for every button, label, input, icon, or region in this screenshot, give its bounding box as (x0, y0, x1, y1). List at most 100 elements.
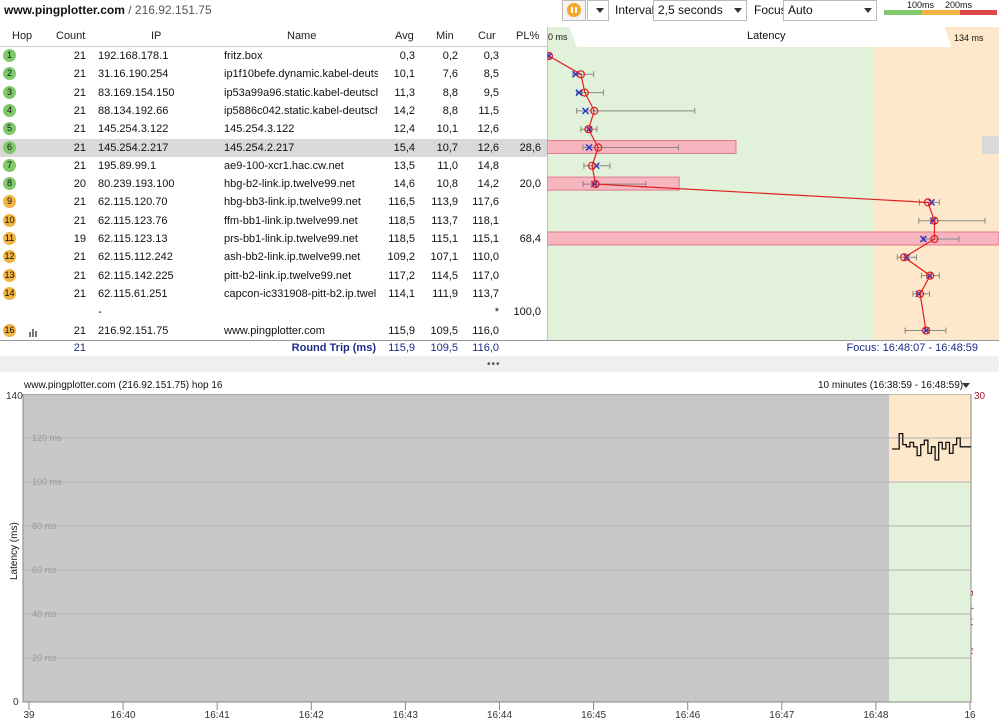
hop-count: 21 (73, 287, 86, 300)
focus-select[interactable]: Auto (783, 0, 877, 21)
hop-cur: 115,1 (472, 233, 499, 245)
hop-number-badge: 6 (3, 140, 16, 154)
toolbar: www.pingplotter.com / 216.92.151.75 Inte… (0, 0, 999, 22)
col-name[interactable]: Name (287, 30, 316, 42)
bar-graph-icon[interactable] (29, 328, 39, 340)
hop-ip: 62.115.123.13 (98, 233, 168, 245)
scale-yellow-bar (922, 10, 960, 15)
pause-dropdown-button[interactable] (587, 0, 609, 21)
hop-name: www.pingplotter.com (224, 324, 325, 337)
chevron-down-icon[interactable] (962, 383, 970, 388)
col-avg[interactable]: Avg (395, 30, 414, 42)
hop-cur: * (494, 306, 499, 319)
hop-ip: 192.168.178.1 (98, 50, 169, 62)
col-pl[interactable]: PL% (516, 30, 539, 42)
hop-pl: 28,6 (519, 141, 541, 154)
col-cur[interactable]: Cur (478, 30, 496, 42)
scale-100-label: 100ms (907, 0, 935, 10)
hop-row[interactable]: 9 21 62.115.120.70 hbg-bb3-link.ip.twelve99… (0, 193, 547, 211)
hop-min: 111,9 (432, 287, 458, 300)
hop-cur: 12,6 (477, 141, 499, 154)
latency-title: Latency (747, 30, 786, 42)
hop-cur: 9,5 (483, 86, 499, 99)
hop-row[interactable]: - * 100,0 (0, 303, 547, 321)
hop-ip: 88.134.192.66 (98, 104, 169, 117)
hop-avg: 109,2 (387, 251, 415, 264)
hop-ip: 31.16.190.254 (98, 68, 169, 81)
hop-count: 21 (73, 196, 86, 209)
hop-pl: 68,4 (519, 233, 541, 245)
scale-200-label: 200ms (945, 0, 973, 10)
col-ip[interactable]: IP (151, 30, 161, 42)
hop-name: ip5886c042.static.kabel-deutsch (224, 104, 378, 117)
hop-ip: 80.239.193.100 (98, 178, 175, 191)
hop-ip: 62.115.123.76 (98, 214, 168, 227)
hop-cur: 110,0 (472, 251, 499, 264)
hop-name: hbg-b2-link.ip.twelve99.net (224, 178, 355, 191)
hop-row[interactable]: 14 21 62.115.61.251 capcon-ic331908-pitt-b2… (0, 285, 547, 303)
hop-cur: 116,0 (472, 324, 499, 337)
hop-row[interactable]: 1 21 192.168.178.1 fritz.box 0,3 0,2 0,3 (0, 47, 547, 65)
timeline-range-label[interactable]: 10 minutes (16:38:59 - 16:48:59) (818, 380, 963, 391)
round-trip-row: 21 Round Trip (ms) 115,9 109,5 116,0 Foc… (0, 340, 999, 357)
hop-min: 107,1 (430, 251, 458, 264)
latency-green-zone (547, 47, 875, 340)
hop-min: 115,1 (431, 233, 458, 245)
hop-count: 21 (73, 123, 86, 136)
timeline-title: www.pingplotter.com (216.92.151.75) hop … (24, 380, 223, 391)
hop-row[interactable]: 10 21 62.115.123.76 ffm-bb1-link.ip.twelve9… (0, 212, 547, 230)
hop-count: 21 (73, 269, 86, 282)
hop-ip: 216.92.151.75 (98, 324, 169, 337)
hop-ip: 62.115.120.70 (98, 196, 168, 209)
hop-avg: 118,5 (388, 233, 415, 245)
hop-avg: 0,3 (399, 50, 415, 62)
hop-row[interactable]: 2 21 31.16.190.254 ip1f10befe.dynamic.kabel… (0, 65, 547, 83)
hop-count: 21 (73, 159, 86, 172)
hop-row[interactable]: 12 21 62.115.112.242 ash-bb2-link.ip.twelve… (0, 248, 547, 266)
hop-number-badge: 14 (3, 286, 16, 300)
rt-avg: 115,9 (388, 342, 415, 354)
hop-row[interactable]: 16 21 216.92.151.75 www.pingplotter.com 115,… (0, 322, 547, 340)
interval-select[interactable]: 2,5 seconds (653, 0, 747, 21)
latency-max-label: 134 ms (954, 33, 984, 43)
hop-ip: 62.115.142.225 (98, 269, 174, 282)
scale-green-bar (884, 10, 922, 15)
hop-count: 21 (73, 324, 86, 337)
title-separator: / (124, 3, 135, 17)
pane-splitter[interactable]: ••• (0, 356, 999, 372)
pause-button[interactable] (562, 0, 586, 21)
chevron-down-icon (864, 8, 872, 13)
hop-row[interactable]: 13 21 62.115.142.225 pitt-b2-link.ip.twelve… (0, 267, 547, 285)
timeline-x-tick: 16:45 (581, 710, 606, 721)
hop-count: 21 (73, 86, 86, 99)
timeline-chart[interactable]: 120 ms 100 ms 80 ms 60 ms 40 ms 20 ms 39 16:40 1… (0, 394, 999, 726)
timeline-y-tick: 20 ms (32, 653, 57, 663)
hop-min: 114,5 (431, 269, 458, 282)
col-hop[interactable]: Hop (12, 30, 32, 42)
hop-avg: 14,6 (393, 178, 415, 191)
hop-row[interactable]: 11 19 62.115.123.13 prs-bb1-link.ip.twelve9… (0, 230, 547, 248)
timeline-x-tick: 16:40 (111, 710, 136, 721)
timeline-x-tick: 16:44 (487, 710, 512, 721)
hop-row[interactable]: 8 20 80.239.193.100 hbg-b2-link.ip.twelve99… (0, 175, 547, 193)
hop-row[interactable]: 4 21 88.134.192.66 ip5886c042.static.kabel-… (0, 102, 547, 120)
timeline-green-zone (889, 482, 971, 702)
hop-row[interactable]: 6 21 145.254.2.217 145.254.2.217 15,4 10,7 12,… (0, 138, 547, 157)
col-count[interactable]: Count (56, 30, 85, 42)
hop-row[interactable]: 5 21 145.254.3.122 145.254.3.122 12,4 10,1 12,… (0, 120, 547, 138)
hop-row[interactable]: 7 21 195.89.99.1 ae9-100-xcr1.hac.cw.net 13,… (0, 157, 547, 175)
hop-name: 145.254.2.217 (224, 141, 295, 154)
latency-color-scale: 100ms 200ms (884, 0, 997, 17)
timeline-x-tick: 39 (23, 710, 35, 721)
hop-number-badge: 12 (3, 250, 16, 264)
hop-ip: 83.169.154.150 (98, 86, 175, 99)
hop-min: 10,7 (436, 141, 458, 154)
col-min[interactable]: Min (436, 30, 454, 42)
hop-cur: 11,5 (478, 104, 499, 117)
latency-graph[interactable]: 0 ms Latency 134 ms (547, 27, 999, 340)
hop-name: 145.254.3.122 (224, 123, 295, 136)
hop-row[interactable]: 3 21 83.169.154.150 ip53a99a96.static.kabel… (0, 84, 547, 102)
hop-avg: 14,2 (393, 104, 415, 117)
hop-avg: 116,5 (388, 196, 415, 209)
latency-orange-zone (874, 47, 999, 340)
